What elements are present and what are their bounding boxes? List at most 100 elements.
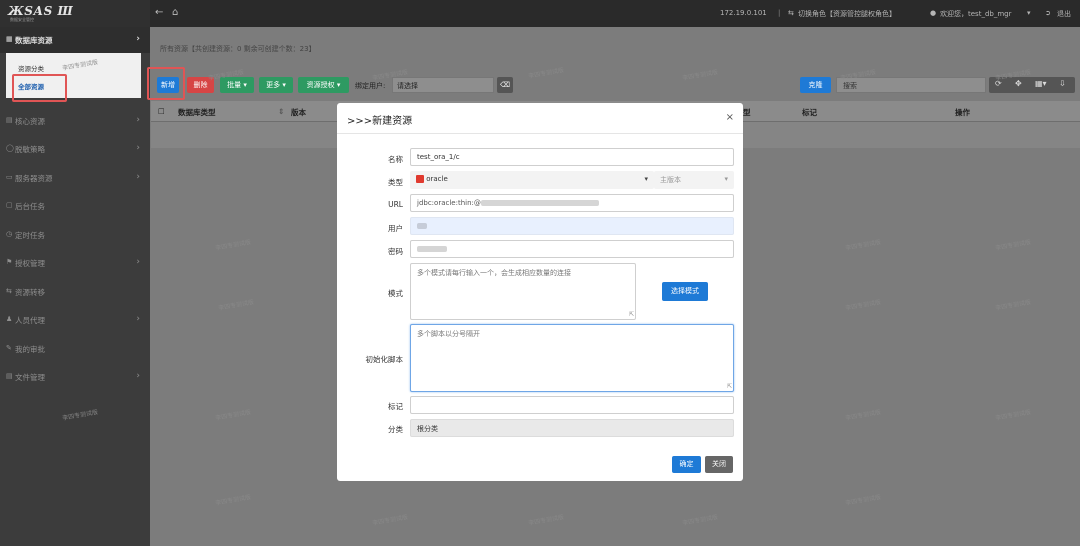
name-label: 名称 — [388, 155, 403, 164]
redacted-user — [417, 223, 427, 229]
sort-icon[interactable]: ⇕ — [278, 107, 284, 116]
caret-down-icon: ▾ — [334, 81, 341, 89]
schema-textarea[interactable]: 多个模式请每行输入一个，会生成相应数量的连接 ⇱ — [410, 263, 636, 320]
layers-icon: ▤ — [6, 116, 13, 124]
user-menu[interactable]: 欢迎您，test_db_mgr — [940, 9, 1011, 19]
user-field[interactable] — [410, 217, 734, 235]
resource-summary: 所有资源【共创建资源：0 剩余可创建个数：23】 — [160, 45, 316, 53]
users-icon: ♟ — [6, 315, 13, 323]
bind-user-select[interactable]: 请选择 — [392, 77, 494, 93]
col-db-type[interactable]: 数据库类型 — [178, 107, 216, 118]
sidebar-item-masking[interactable]: ◯ 脱敏策略 › — [0, 136, 150, 162]
sidebar-item-proxy[interactable]: ♟ 人员代理 › — [0, 307, 150, 333]
chevron-right-icon: › — [136, 257, 140, 267]
sidebar-item-transfer[interactable]: ⇆ 资源转移 — [0, 279, 150, 305]
sidebar-sub-category[interactable]: 资源分类 — [18, 63, 44, 73]
sidebar-item-approvals[interactable]: ✎ 我的审批 — [0, 336, 150, 362]
dialog-title: >>>新建资源 — [347, 116, 413, 127]
more-label: 更多 — [266, 81, 281, 89]
sidebar-item-label: 人员代理 — [15, 316, 45, 325]
resize-grip-icon[interactable]: ⇱ — [727, 384, 732, 390]
logout-icon: ➲ — [1045, 9, 1051, 17]
col-ops: 操作 — [955, 108, 970, 117]
sidebar-item-files[interactable]: ▤ 文件管理 › — [0, 364, 150, 390]
init-script-label: 初始化脚本 — [365, 355, 404, 364]
key-icon: ⚑ — [6, 258, 13, 266]
col-version[interactable]: 版本 — [291, 107, 306, 118]
dialog-divider — [337, 133, 743, 134]
resize-grip-icon[interactable]: ⇱ — [629, 312, 634, 318]
url-field[interactable]: jdbc:oracle:thin:@ — [410, 194, 734, 212]
move-icon[interactable]: ✥ — [1015, 79, 1022, 88]
logout-link[interactable]: 退出 — [1057, 9, 1071, 19]
close-button[interactable]: 关闭 — [705, 456, 733, 473]
col-type[interactable]: 型 — [743, 107, 751, 118]
category-label: 分类 — [388, 425, 403, 434]
type-value: oracle — [426, 175, 448, 183]
password-field[interactable] — [410, 240, 734, 258]
switch-role-link[interactable]: 切换角色【资源管控腿权角色】 — [798, 9, 896, 19]
grant-label: 资源授权 — [306, 81, 335, 89]
server-ip: 172.19.0.101 — [720, 9, 767, 17]
batch-button[interactable]: 批量 ▾ — [220, 77, 254, 93]
tag-label: 标记 — [388, 402, 403, 411]
back-arrow-icon[interactable]: ← — [155, 7, 163, 18]
new-resource-dialog: >>>新建资源 × 名称 test_ora_1/c 类型 oracle ▾ 主版… — [337, 103, 743, 481]
sidebar-item-auth[interactable]: ⚑ 授权管理 › — [0, 250, 150, 276]
user-label: 用户 — [388, 224, 403, 233]
user-icon: ● — [930, 9, 937, 17]
server-icon: ▭ — [6, 173, 13, 181]
search-input[interactable]: 搜索 — [836, 77, 986, 93]
caret-down-icon: ▾ — [280, 81, 286, 89]
select-all-checkbox[interactable]: ☐ — [158, 107, 165, 116]
confirm-button[interactable]: 确定 — [672, 456, 701, 473]
redacted-host — [480, 200, 599, 206]
sidebar-item-db-resources[interactable]: ▦ 数据库资源 › — [0, 27, 150, 53]
sidebar-item-label: 我的审批 — [15, 345, 45, 354]
password-label: 密码 — [388, 247, 403, 256]
batch-label: 批量 — [227, 81, 242, 89]
close-icon[interactable]: × — [726, 112, 734, 123]
redacted-password — [417, 246, 447, 252]
sidebar-item-servers[interactable]: ▭ 服务器资源 › — [0, 165, 150, 191]
task-icon: ▢ — [6, 201, 13, 209]
chevron-right-icon: › — [136, 371, 140, 381]
sidebar-item-label: 脱敏策略 — [15, 145, 45, 154]
init-script-textarea[interactable]: 多个脚本以分号隔开 ⇱ — [410, 324, 734, 392]
home-icon[interactable]: ⌂ — [172, 7, 178, 18]
chevron-right-icon: › — [136, 143, 140, 153]
database-icon: ▦ — [6, 35, 13, 43]
url-value: jdbc:oracle:thin:@ — [417, 199, 481, 207]
transfer-icon: ⇆ — [6, 287, 12, 295]
annotation-highlight-add — [147, 67, 185, 100]
switch-role-icon: ⇆ — [788, 9, 794, 17]
sidebar-item-label: 数据库资源 — [15, 36, 53, 45]
sidebar: ▦ 数据库资源 › 资源分类 全部资源 ▤ 核心资源 › ◯ 脱敏策略 › ▭ … — [0, 27, 150, 546]
sidebar-item-label: 后台任务 — [15, 202, 45, 211]
trash-icon[interactable]: ⌫ — [497, 77, 513, 93]
sidebar-item-label: 定时任务 — [15, 231, 45, 240]
tag-field[interactable] — [410, 396, 734, 414]
chevron-right-icon: › — [136, 172, 140, 182]
caret-down-icon: ▾ — [241, 81, 247, 89]
caret-down-icon: ▾ — [1027, 9, 1031, 17]
sidebar-item-label: 文件管理 — [15, 373, 45, 382]
sidebar-item-core[interactable]: ▤ 核心资源 › — [0, 108, 150, 134]
sidebar-item-bg-tasks[interactable]: ▢ 后台任务 — [0, 193, 150, 219]
top-bar: ЖЅАЅ Ш 数据安全管控 ← ⌂ 172.19.0.101 | ⇆ 切换角色【… — [0, 0, 1080, 27]
type-select[interactable]: oracle ▾ — [410, 171, 654, 189]
sidebar-item-scheduled[interactable]: ◷ 定时任务 — [0, 222, 150, 248]
grant-button[interactable]: 资源授权 ▾ — [298, 77, 349, 93]
annotation-highlight-all-resources — [12, 74, 67, 102]
columns-icon[interactable]: ▦▾ — [1035, 79, 1047, 88]
category-field[interactable]: 根分类 — [410, 419, 734, 437]
select-schema-button[interactable]: 选择模式 — [662, 282, 708, 301]
version-select[interactable]: 主版本 ▾ — [654, 171, 734, 189]
clone-button[interactable]: 克隆 — [800, 77, 831, 93]
col-tag[interactable]: 标记 — [802, 107, 817, 118]
clock-icon: ◷ — [6, 230, 13, 238]
file-icon: ▤ — [6, 372, 13, 380]
more-button[interactable]: 更多 ▾ — [259, 77, 293, 93]
name-field[interactable]: test_ora_1/c — [410, 148, 734, 166]
download-icon[interactable]: ⇩ — [1059, 79, 1066, 88]
